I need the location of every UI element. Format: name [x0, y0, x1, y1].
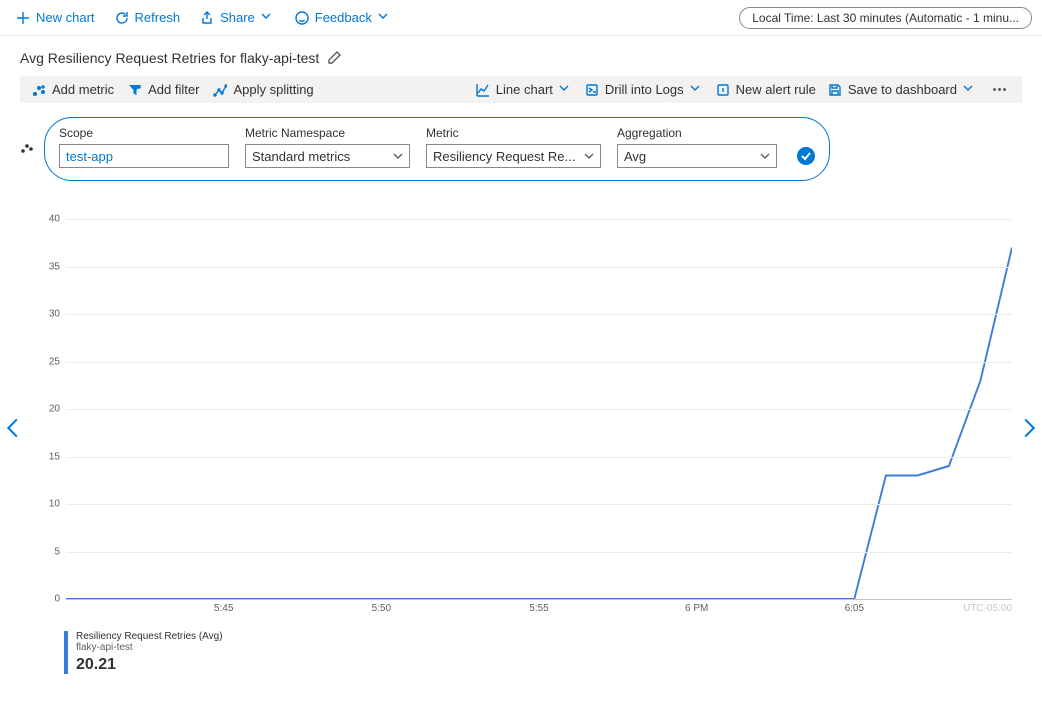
new-chart-label: New chart — [36, 10, 95, 25]
split-icon — [213, 83, 227, 97]
y-tick: 40 — [49, 214, 60, 225]
data-line — [66, 248, 1012, 600]
more-button[interactable] — [989, 88, 1010, 91]
legend-color-swatch — [64, 631, 68, 674]
alert-icon — [716, 83, 730, 97]
next-chart-button[interactable] — [1018, 418, 1038, 438]
new-chart-button[interactable]: New chart — [10, 6, 101, 29]
refresh-label: Refresh — [135, 10, 181, 25]
feedback-label: Feedback — [315, 10, 372, 25]
x-tick: 5:45 — [214, 603, 233, 614]
chart-type-label: Line chart — [496, 82, 553, 97]
new-alert-label: New alert rule — [736, 82, 816, 97]
namespace-label: Metric Namespace — [245, 126, 410, 140]
y-tick: 20 — [49, 404, 60, 415]
y-tick: 15 — [49, 451, 60, 462]
add-metric-icon — [32, 83, 46, 97]
line-chart-icon — [476, 83, 490, 97]
chevron-down-icon — [261, 11, 275, 25]
share-label: Share — [220, 10, 255, 25]
add-metric-button[interactable]: Add metric — [32, 82, 114, 97]
filter-icon — [128, 83, 142, 97]
chart-legend[interactable]: Resiliency Request Retries (Avg) flaky-a… — [64, 631, 1042, 674]
x-tick: 6 PM — [685, 603, 708, 614]
chevron-down-icon — [963, 83, 977, 97]
y-tick: 25 — [49, 356, 60, 367]
x-tick: 5:55 — [529, 603, 548, 614]
smiley-icon — [295, 11, 309, 25]
chevron-down-icon — [690, 83, 704, 97]
add-filter-label: Add filter — [148, 82, 199, 97]
y-tick: 5 — [54, 546, 60, 557]
scope-input[interactable]: test-app — [59, 144, 229, 168]
logs-icon — [585, 83, 599, 97]
y-tick: 10 — [49, 499, 60, 510]
add-metric-label: Add metric — [52, 82, 114, 97]
metric-label: Metric — [426, 126, 601, 140]
refresh-icon — [115, 11, 129, 25]
confirm-metric-button[interactable] — [797, 147, 815, 165]
apply-splitting-label: Apply splitting — [233, 82, 313, 97]
save-dashboard-button[interactable]: Save to dashboard — [828, 82, 977, 97]
plus-icon — [16, 11, 30, 25]
share-icon — [200, 11, 214, 25]
chevron-down-icon — [760, 151, 770, 161]
edit-icon[interactable] — [327, 51, 341, 65]
chart-title: Avg Resiliency Request Retries for flaky… — [20, 50, 319, 66]
y-tick: 0 — [54, 594, 60, 605]
drill-logs-button[interactable]: Drill into Logs — [585, 82, 704, 97]
legend-metric-name: Resiliency Request Retries (Avg) — [76, 631, 223, 642]
chart-area: 0510152025303540 5:455:505:556 PM6:05UTC… — [30, 219, 1012, 619]
check-icon — [801, 151, 811, 161]
save-icon — [828, 83, 842, 97]
y-tick: 30 — [49, 309, 60, 320]
timezone-label: UTC-05:00 — [963, 603, 1012, 614]
chevron-down-icon — [584, 151, 594, 161]
aggregation-select[interactable]: Avg — [617, 144, 777, 168]
metric-select[interactable]: Resiliency Request Re... — [426, 144, 601, 168]
feedback-button[interactable]: Feedback — [289, 6, 398, 29]
y-tick: 35 — [49, 261, 60, 272]
legend-value: 20.21 — [76, 655, 223, 674]
chart-type-button[interactable]: Line chart — [476, 82, 573, 97]
metric-picker: Scope test-app Metric Namespace Standard… — [44, 117, 830, 181]
namespace-select[interactable]: Standard metrics — [245, 144, 410, 168]
scope-label: Scope — [59, 126, 229, 140]
x-tick: 6:05 — [845, 603, 864, 614]
apply-splitting-button[interactable]: Apply splitting — [213, 82, 313, 97]
chevron-down-icon — [393, 151, 403, 161]
aggregation-label: Aggregation — [617, 126, 777, 140]
x-tick: 5:50 — [372, 603, 391, 614]
drill-logs-label: Drill into Logs — [605, 82, 684, 97]
new-alert-button[interactable]: New alert rule — [716, 82, 816, 97]
refresh-button[interactable]: Refresh — [109, 6, 187, 29]
save-dashboard-label: Save to dashboard — [848, 82, 957, 97]
legend-source-name: flaky-api-test — [76, 642, 223, 653]
time-range-pill[interactable]: Local Time: Last 30 minutes (Automatic -… — [739, 7, 1032, 29]
chevron-down-icon — [378, 11, 392, 25]
prev-chart-button[interactable] — [4, 418, 24, 438]
chevron-down-icon — [559, 83, 573, 97]
series-glyph-icon — [20, 141, 34, 158]
share-button[interactable]: Share — [194, 6, 281, 29]
add-filter-button[interactable]: Add filter — [128, 82, 199, 97]
